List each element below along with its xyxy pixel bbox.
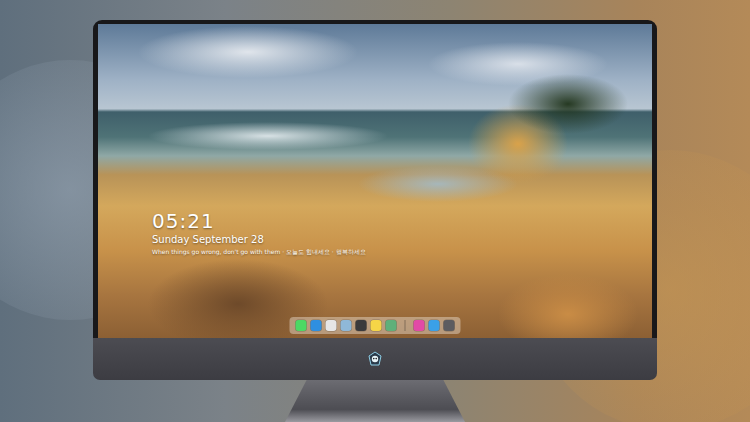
- dock-app-icon[interactable]: [444, 320, 455, 331]
- dock-app-icon[interactable]: [296, 320, 307, 331]
- clock-widget: 05:21 Sunday September 28 When things go w…: [152, 210, 366, 255]
- dock-app-icon[interactable]: [371, 320, 382, 331]
- dock-app-icon[interactable]: [356, 320, 367, 331]
- monitor: 05:21 Sunday September 28 When things go w…: [93, 20, 657, 422]
- dock-app-icon[interactable]: [429, 320, 440, 331]
- dock-separator: [405, 320, 406, 331]
- wallpaper-photo: [98, 24, 652, 338]
- clock-date: Sunday September 28: [152, 234, 366, 246]
- dock-app-icon[interactable]: [341, 320, 352, 331]
- desktop-background: 05:21 Sunday September 28 When things go w…: [0, 0, 750, 422]
- lock-screen: 05:21 Sunday September 28 When things go w…: [98, 24, 652, 338]
- clock-time: 05:21: [152, 210, 366, 232]
- dock-app-icon[interactable]: [326, 320, 337, 331]
- monitor-bezel: 05:21 Sunday September 28 When things go w…: [93, 20, 657, 338]
- mascot-logo-icon: [367, 351, 383, 367]
- dock-app-icon[interactable]: [311, 320, 322, 331]
- dock-app-icon[interactable]: [414, 320, 425, 331]
- dock: [290, 317, 461, 334]
- clock-quote: When things go wrong, don't go with them…: [152, 248, 366, 255]
- monitor-stand: [285, 380, 465, 422]
- dock-app-icon[interactable]: [386, 320, 397, 331]
- monitor-chin: [93, 338, 657, 380]
